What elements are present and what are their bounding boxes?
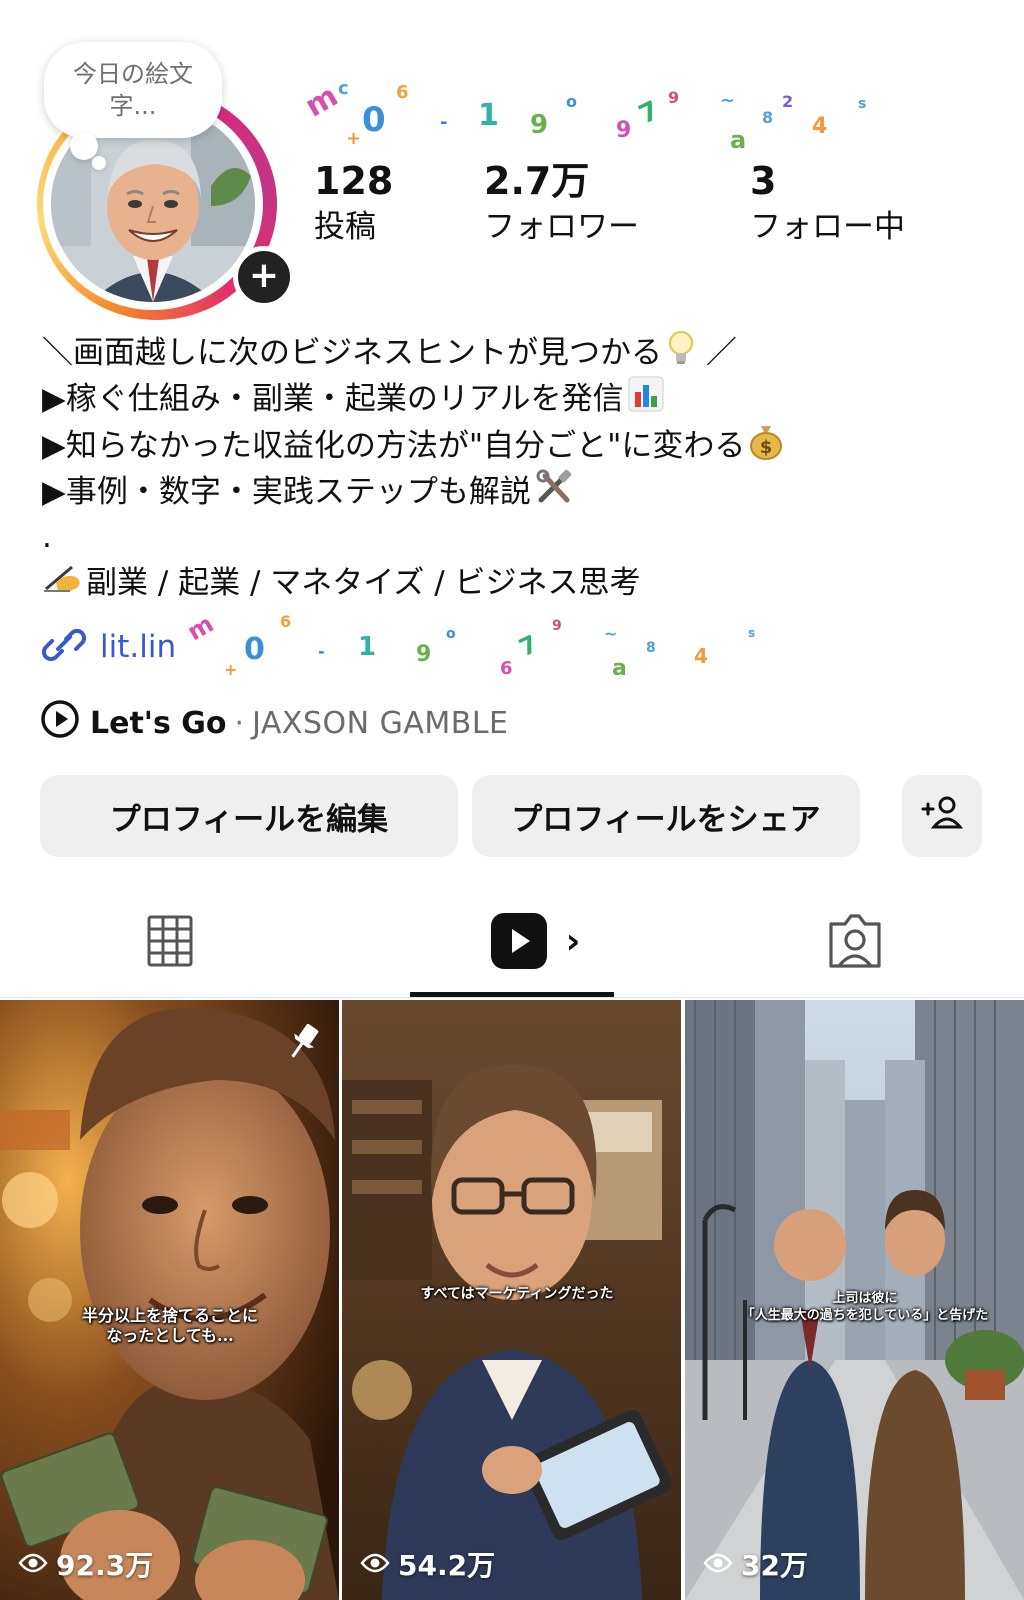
link-icon bbox=[41, 625, 87, 669]
lightbulb-icon bbox=[666, 330, 696, 379]
edit-profile-button[interactable]: プロフィールを編集 bbox=[40, 775, 458, 857]
tagged-person-icon bbox=[825, 912, 885, 974]
bio-line: ▶事例・数字・実践ステップも解説 bbox=[42, 468, 1002, 514]
stat-following[interactable]: 3 フォロー中 bbox=[750, 160, 905, 250]
profile-bio: ＼画面越しに次のビジネスヒントが見つかる ／ ▶稼ぐ仕組み・副業・起業のリアルを… bbox=[42, 330, 1002, 606]
stat-followers-value: 2.7万 bbox=[484, 159, 590, 203]
note-bubble[interactable]: 今日の絵文字... bbox=[44, 42, 222, 138]
stat-posts[interactable]: 128 投稿 bbox=[314, 160, 393, 250]
eye-icon bbox=[360, 1548, 390, 1581]
svg-text:$: $ bbox=[760, 437, 773, 458]
writing-hand-icon bbox=[42, 561, 82, 608]
reel-thumbnail[interactable]: すべてはマーケティングだった 54.2万 bbox=[342, 1000, 681, 1600]
bio-link[interactable]: lit.lin bbox=[41, 624, 177, 670]
tab-reels[interactable]: › bbox=[470, 905, 600, 981]
plus-icon: + bbox=[248, 254, 280, 296]
money-bag-icon: $ bbox=[749, 422, 783, 473]
music-artist: JAXSON GAMBLE bbox=[252, 705, 509, 741]
bar-chart-icon bbox=[628, 376, 664, 425]
reel-views-count: 54.2万 bbox=[398, 1549, 496, 1582]
stat-followers-label: フォロワー bbox=[484, 209, 639, 245]
discover-people-button[interactable] bbox=[902, 775, 982, 857]
reel-thumbnail[interactable]: 上司は彼に 「人生最大の過ちを犯している」と告げた 32万 bbox=[685, 1000, 1024, 1600]
music-title: Let's Go bbox=[90, 705, 227, 741]
bio-line-suffix: ／ bbox=[705, 335, 737, 371]
note-text: 今日の絵文字... bbox=[73, 60, 193, 120]
play-circle-icon bbox=[40, 699, 80, 747]
profile-music[interactable]: Let's Go · JAXSON GAMBLE bbox=[40, 700, 509, 746]
reel-caption: 上司は彼に 「人生最大の過ちを犯している」と告げた bbox=[741, 1291, 989, 1323]
reel-views-count: 92.3万 bbox=[56, 1549, 154, 1582]
bio-line-text: ▶稼ぐ仕組み・副業・起業のリアルを発信 bbox=[42, 381, 624, 417]
share-profile-button[interactable]: プロフィールをシェア bbox=[472, 775, 860, 857]
tab-grid[interactable] bbox=[120, 905, 220, 981]
add-person-icon bbox=[921, 794, 964, 838]
tools-icon bbox=[535, 468, 575, 519]
stat-followers[interactable]: 2.7万 フォロワー bbox=[484, 160, 639, 250]
reel-thumbnail[interactable]: 半分以上を捨てることに なったとしても... 92.3万 bbox=[0, 1000, 339, 1600]
reel-views: 54.2万 bbox=[360, 1544, 495, 1584]
pin-icon bbox=[285, 1022, 321, 1066]
stat-posts-value: 128 bbox=[314, 159, 394, 203]
add-story-button[interactable]: + bbox=[233, 246, 295, 308]
reel-image bbox=[0, 1000, 339, 1600]
reel-views: 32万 bbox=[703, 1544, 808, 1584]
bio-line-text: ▶知らなかった収益化の方法が"自分ごと"に変わる bbox=[42, 428, 746, 464]
bio-line-text: ＼画面越しに次のビジネスヒントが見つかる bbox=[42, 335, 662, 371]
tab-tagged[interactable] bbox=[800, 905, 910, 981]
note-bubble-tail-small bbox=[92, 156, 106, 170]
reel-caption: すべてはマーケティングだった bbox=[420, 1286, 614, 1302]
bio-line: ▶稼ぐ仕組み・副業・起業のリアルを発信 bbox=[42, 376, 1002, 422]
bio-line: ＼画面越しに次のビジネスヒントが見つかる ／ bbox=[42, 330, 1002, 376]
bio-line: ▶知らなかった収益化の方法が"自分ごと"に変わる $ bbox=[42, 422, 1002, 468]
reel-views: 92.3万 bbox=[18, 1544, 153, 1584]
reel-views-count: 32万 bbox=[741, 1549, 808, 1582]
grid-icon bbox=[147, 915, 193, 971]
bio-line: 副業 / 起業 / マネタイズ / ビジネス思考 bbox=[42, 560, 1002, 606]
eye-icon bbox=[18, 1548, 48, 1581]
note-bubble-tail bbox=[70, 132, 98, 160]
music-separator: · bbox=[234, 705, 245, 741]
stat-following-label: フォロー中 bbox=[750, 209, 905, 245]
reel-caption: 半分以上を捨てることに なったとしても... bbox=[81, 1306, 258, 1345]
eye-icon bbox=[703, 1548, 733, 1581]
bio-line: . bbox=[42, 519, 52, 555]
bio-link-text: lit.lin bbox=[100, 629, 177, 665]
reels-icon bbox=[490, 912, 548, 974]
bio-line-text: 副業 / 起業 / マネタイズ / ビジネス思考 bbox=[86, 565, 641, 601]
stat-posts-label: 投稿 bbox=[314, 209, 376, 245]
bio-line-text: ▶事例・数字・実践ステップも解説 bbox=[42, 474, 531, 510]
chevron-right-icon: › bbox=[565, 920, 581, 962]
stat-following-value: 3 bbox=[750, 159, 777, 203]
tab-divider bbox=[0, 997, 1024, 998]
